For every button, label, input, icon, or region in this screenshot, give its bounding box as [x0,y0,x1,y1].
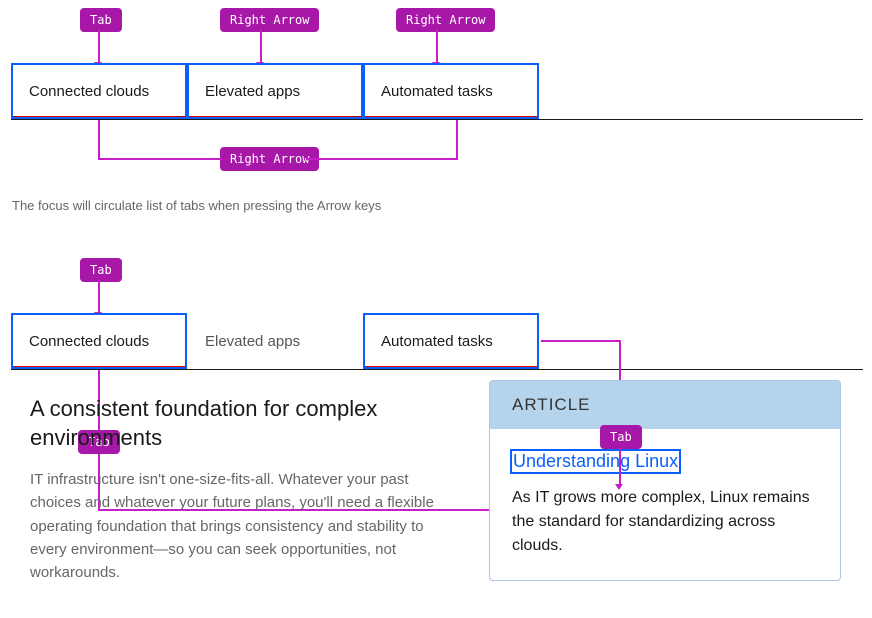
tab-elevated-apps[interactable]: Elevated apps [187,313,363,369]
arrow-line [456,120,458,160]
badge-tab: Tab [600,425,642,449]
tab-automated-tasks[interactable]: Automated tasks [363,313,539,369]
arrow-line [98,280,100,314]
card-body-text: As IT grows more complex, Linux remains … [512,486,818,558]
tab-connected-clouds[interactable]: Connected clouds [11,63,187,119]
arrow-line [541,340,621,342]
arrow-line [98,158,222,160]
caption-text: The focus will circulate list of tabs wh… [12,198,381,213]
tab-connected-clouds[interactable]: Connected clouds [11,313,187,369]
badge-right-arrow: Right Arrow [396,8,495,32]
arrow-head-down-icon [615,484,623,490]
arrow-line [306,158,456,160]
article-card: ARTICLE Understanding Linux As IT grows … [489,380,841,581]
card-label: ARTICLE [490,381,840,429]
arrow-line [619,448,621,486]
arrow-line [260,30,262,64]
tab-row-example-1: Connected clouds Elevated apps Automated… [11,63,863,120]
arrow-line [98,30,100,64]
article-link[interactable]: Understanding Linux [512,451,679,472]
tab-elevated-apps[interactable]: Elevated apps [187,63,363,119]
panel-heading: A consistent foundation for complex envi… [30,395,460,452]
badge-right-arrow: Right Arrow [220,147,319,171]
tab-row-example-2: Connected clouds Elevated apps Automated… [11,313,863,370]
badge-tab: Tab [80,8,122,32]
badge-right-arrow: Right Arrow [220,8,319,32]
tab-panel-content: A consistent foundation for complex envi… [30,395,460,584]
arrow-line [98,120,100,160]
badge-tab: Tab [80,258,122,282]
panel-body-text: IT infrastructure isn't one-size-fits-al… [30,468,460,584]
tab-automated-tasks[interactable]: Automated tasks [363,63,539,119]
arrow-line [436,30,438,64]
